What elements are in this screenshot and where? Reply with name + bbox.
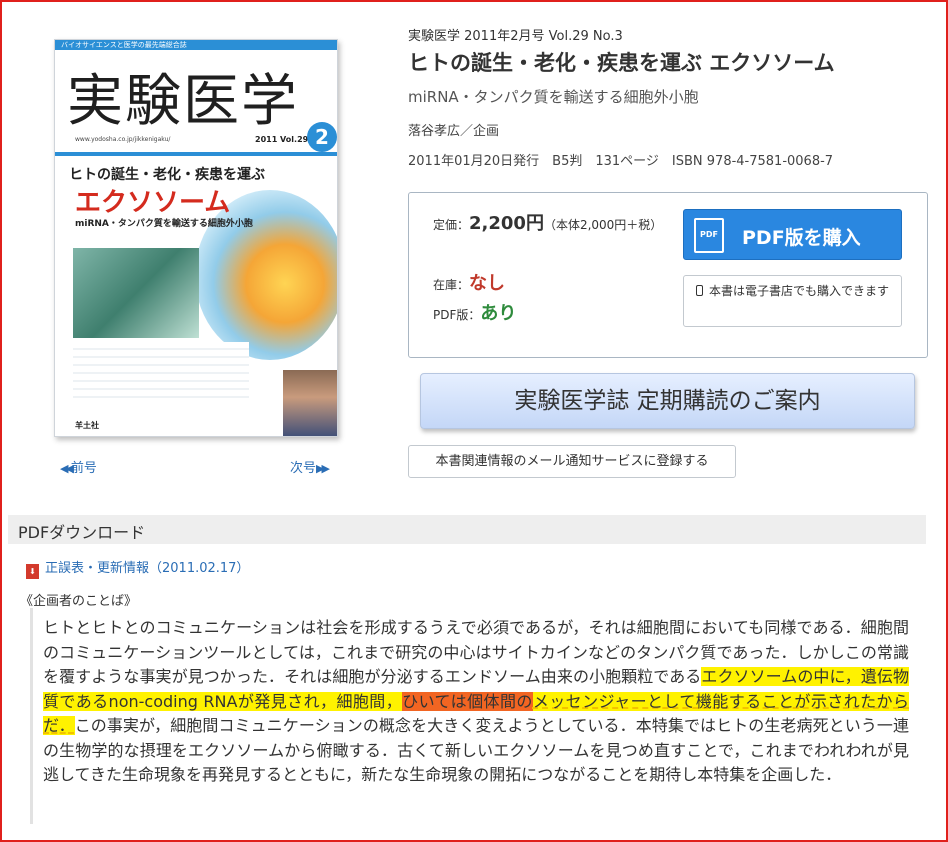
errata-label: 正誤表・更新情報（2011.02.17） xyxy=(45,561,250,576)
buy-pdf-button[interactable]: PDF PDF版を購入 xyxy=(683,209,902,260)
stock-value: なし xyxy=(469,273,506,294)
cover-logo: 実験医学 xyxy=(67,69,299,134)
book-editor: 落谷孝広／企画 xyxy=(408,124,500,139)
cover-title-line2: エクソソーム xyxy=(75,188,231,218)
price-value: 2,200円 xyxy=(469,213,544,234)
cover-issue-number: 2 xyxy=(307,122,337,152)
prev-issue-label: 前号 xyxy=(70,461,97,476)
book-title: ヒトの誕生・老化・疾患を運ぶ エクソソーム xyxy=(408,51,835,75)
cover-contents-list xyxy=(73,342,249,404)
next-issue-link[interactable]: 次号▶▶ xyxy=(290,457,330,476)
intro-paragraph: ヒトとヒトとのコミュニケーションは社会を形成するうえで必須であるが，それは細胞間… xyxy=(43,616,909,788)
price-note: （本体2,000円＋税） xyxy=(543,218,663,232)
mail-notify-button[interactable]: 本書関連情報のメール通知サービスに登録する xyxy=(408,445,736,478)
book-subtitle: miRNA・タンパク質を輸送する細胞外小胞 xyxy=(408,88,699,106)
pdf-availability-row: PDF版：あり xyxy=(433,299,516,325)
intro-quote: ヒトとヒトとのコミュニケーションは社会を形成するうえで必須であるが，それは細胞間… xyxy=(30,608,930,824)
cover-publisher: 羊土社 xyxy=(75,421,99,430)
pdf-download-heading: PDFダウンロード xyxy=(18,523,146,542)
double-right-arrow-icon: ▶▶ xyxy=(316,462,330,475)
pdf-download-header: PDFダウンロード xyxy=(8,515,926,544)
stock-label: 在庫： xyxy=(433,278,470,292)
cover-top-band: バイオサイエンスと医学の最先端総合誌 xyxy=(55,40,337,50)
pdf-value: あり xyxy=(480,303,517,324)
intro-text-2: この事実が，細胞間コミュニケーションの概念を大きく変えようとしている．本特集では… xyxy=(43,716,909,784)
next-issue-label: 次号 xyxy=(290,461,317,476)
intro-heading: 《企画者のことば》 xyxy=(20,594,138,609)
cover-divider xyxy=(55,152,337,156)
pdf-icon: ⬇ xyxy=(26,564,39,579)
price-row: 定価：2,200円（本体2,000円＋税） xyxy=(433,213,673,236)
highlight-orange: ひいては個体間の xyxy=(402,691,533,711)
issue-line: 実験医学 2011年2月号 Vol.29 No.3 xyxy=(408,29,623,44)
prev-issue-link[interactable]: ◀◀前号 xyxy=(60,457,97,476)
errata-link[interactable]: ⬇ 正誤表・更新情報（2011.02.17） xyxy=(26,557,249,579)
price-box: 定価：2,200円（本体2,000円＋税） 在庫：なし PDF版：あり PDF … xyxy=(408,192,928,358)
cover-micrograph xyxy=(73,248,199,338)
cover-image[interactable]: バイオサイエンスと医学の最先端総合誌 実験医学 www.yodosha.co.j… xyxy=(54,39,338,437)
smartphone-icon xyxy=(695,285,703,296)
double-left-arrow-icon: ◀◀ xyxy=(60,462,74,475)
book-meta: 2011年01月20日発行 B5判 131ページ ISBN 978-4-7581… xyxy=(408,154,834,169)
pdf-file-icon: PDF xyxy=(694,218,724,253)
cover-title-line3: miRNA・タンパク質を輸送する細胞外小胞 xyxy=(75,219,253,229)
cover-url: www.yodosha.co.jp/jikkenigaku/ xyxy=(75,136,171,143)
cover-portrait xyxy=(283,370,337,436)
stock-row: 在庫：なし xyxy=(433,269,505,295)
ebook-store-label: 本書は電子書店でも購入できます xyxy=(708,284,889,298)
price-label: 定価： xyxy=(433,218,470,232)
pdf-label: PDF版： xyxy=(433,308,481,322)
subscription-button[interactable]: 実験医学誌 定期購読のご案内 xyxy=(420,373,915,429)
cover-title-line1: ヒトの誕生・老化・疾患を運ぶ xyxy=(69,167,265,183)
ebook-store-button[interactable]: 本書は電子書店でも購入できます xyxy=(683,275,902,327)
buy-pdf-label: PDF版を購入 xyxy=(742,227,861,249)
